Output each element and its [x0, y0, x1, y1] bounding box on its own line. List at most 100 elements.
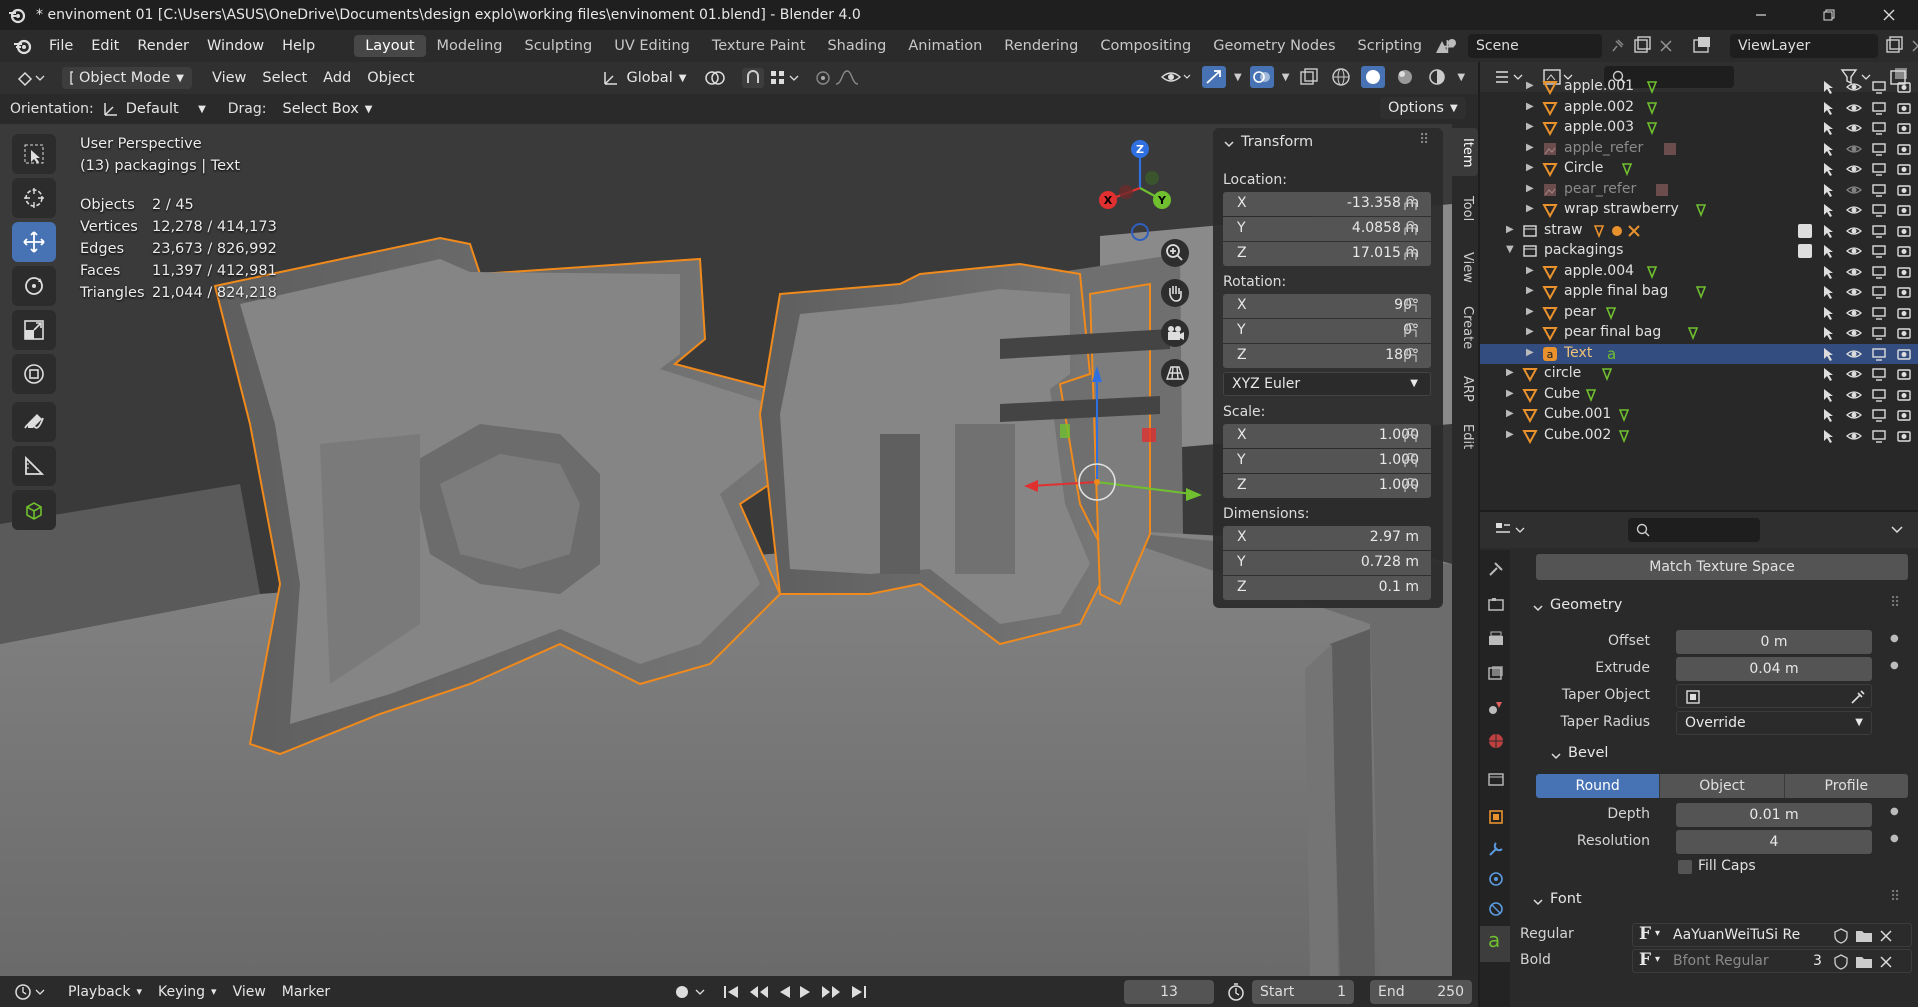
menu-edit[interactable]: Edit: [82, 38, 128, 54]
jump-start-icon[interactable]: [722, 984, 742, 1000]
expand-arrow-icon[interactable]: ▶: [1506, 367, 1514, 378]
eye-icon[interactable]: [1846, 100, 1862, 116]
particles-properties-icon[interactable]: [1487, 870, 1505, 888]
tab-shading[interactable]: Shading: [816, 35, 897, 57]
font-data-icon[interactable]: a: [1605, 346, 1665, 362]
exclude-checkbox[interactable]: [1798, 244, 1812, 258]
scene-field[interactable]: Scene: [1468, 34, 1602, 58]
mesh-data-icon[interactable]: [1695, 284, 1755, 300]
viewport-display-icon[interactable]: [1871, 223, 1887, 239]
rotation-x-field[interactable]: X 90°: [1223, 294, 1431, 318]
tab-uv-editing[interactable]: UV Editing: [603, 35, 701, 57]
lock-icon[interactable]: [1402, 453, 1420, 467]
physics-properties-icon[interactable]: [1487, 900, 1505, 918]
open-folder-icon[interactable]: [1855, 954, 1873, 970]
record-icon[interactable]: [672, 982, 712, 1002]
mode-dropdown[interactable]: Object Mode ▼: [62, 67, 192, 89]
lock-icon[interactable]: [1402, 221, 1420, 235]
viewport-display-icon[interactable]: [1871, 346, 1887, 362]
new-viewlayer-icon[interactable]: [1884, 36, 1904, 56]
select-arrow-icon[interactable]: [1821, 407, 1837, 423]
select-arrow-icon[interactable]: [1821, 305, 1837, 321]
expand-arrow-icon[interactable]: ▶: [1506, 224, 1514, 235]
keyframe-dot-icon[interactable]: ●: [1890, 633, 1899, 644]
viewport-menu-add[interactable]: Add: [315, 70, 359, 86]
outliner-row[interactable]: ▶ pear: [1480, 303, 1918, 324]
menu-render[interactable]: Render: [128, 38, 198, 54]
exclude-checkbox[interactable]: [1798, 223, 1812, 238]
tab-edit[interactable]: Edit: [1455, 424, 1475, 449]
select-arrow-icon[interactable]: [1821, 428, 1837, 444]
select-arrow-icon[interactable]: [1821, 79, 1837, 95]
expand-arrow-icon[interactable]: ▶: [1526, 306, 1534, 317]
render-camera-icon[interactable]: [1896, 428, 1912, 444]
menu-file[interactable]: File: [40, 38, 82, 54]
bevel-depth-field[interactable]: 0.01 m: [1676, 803, 1872, 827]
lock-icon[interactable]: [1402, 348, 1420, 362]
maximize-button[interactable]: [1806, 0, 1852, 30]
annotate-tool[interactable]: [12, 402, 56, 442]
extrude-field[interactable]: 0.04 m: [1676, 657, 1872, 681]
expand-arrow-icon[interactable]: ▶: [1526, 347, 1534, 358]
snap-target-icon[interactable]: [768, 68, 804, 88]
offset-field[interactable]: 0 m: [1676, 630, 1872, 654]
tab-rendering[interactable]: Rendering: [993, 35, 1089, 57]
render-camera-icon[interactable]: [1896, 366, 1912, 382]
render-camera-icon[interactable]: [1896, 305, 1912, 321]
expand-arrow-icon[interactable]: ▶: [1506, 429, 1514, 440]
gizmo-toggle-icon[interactable]: [1202, 66, 1226, 88]
outliner-row[interactable]: ▶ circle: [1480, 364, 1918, 385]
chevron-down-icon[interactable]: [1532, 602, 1544, 614]
select-arrow-icon[interactable]: [1821, 100, 1837, 116]
tab-geometry-nodes[interactable]: Geometry Nodes: [1202, 35, 1346, 57]
next-keyframe-icon[interactable]: [820, 984, 842, 1000]
outliner-row[interactable]: ▶ apple_refer: [1480, 139, 1918, 160]
mesh-data-icon[interactable]: [1618, 428, 1678, 444]
outliner-row[interactable]: ▼ packagings: [1480, 241, 1918, 262]
unlink-x-icon[interactable]: [1879, 929, 1893, 943]
tab-modeling[interactable]: Modeling: [426, 35, 514, 57]
expand-arrow-icon[interactable]: ▶: [1526, 142, 1534, 153]
tab-create[interactable]: Create: [1455, 306, 1475, 349]
eye-icon[interactable]: [1846, 202, 1862, 218]
outliner-row[interactable]: ▶ Cube.001: [1480, 405, 1918, 426]
fake-user-shield-icon[interactable]: [1833, 928, 1849, 944]
outliner-row[interactable]: ▶ Cube: [1480, 385, 1918, 406]
tab-layout[interactable]: Layout: [354, 35, 426, 57]
chevron-down-icon[interactable]: ▼: [1282, 72, 1290, 83]
text-data-properties-icon[interactable]: a: [1488, 928, 1500, 952]
render-properties-icon[interactable]: [1487, 596, 1505, 614]
start-frame-field[interactable]: Start 1: [1252, 980, 1354, 1004]
select-arrow-icon[interactable]: [1821, 366, 1837, 382]
scale-x-field[interactable]: X 1.000: [1223, 424, 1431, 448]
tab-item[interactable]: Item: [1455, 138, 1475, 168]
timeline-menu-marker[interactable]: Marker: [274, 984, 338, 1000]
close-button[interactable]: [1866, 0, 1912, 30]
eye-icon[interactable]: [1846, 243, 1862, 259]
falloff-icon[interactable]: [834, 68, 864, 88]
keyframe-dot-icon[interactable]: ●: [1890, 806, 1899, 817]
tab-sculpting[interactable]: Sculpting: [513, 35, 603, 57]
expand-arrow-icon[interactable]: ▶: [1526, 285, 1534, 296]
eye-icon[interactable]: [1846, 79, 1862, 95]
eye-icon[interactable]: [1846, 325, 1862, 341]
tab-animation[interactable]: Animation: [897, 35, 993, 57]
location-z-field[interactable]: Z 17.015 m: [1223, 242, 1431, 266]
outliner-row[interactable]: ▶ pear_refer: [1480, 180, 1918, 201]
image-data-icon[interactable]: [1662, 141, 1722, 157]
viewlayer-selector-icon[interactable]: [1690, 35, 1724, 57]
viewlayer-field[interactable]: ViewLayer: [1730, 34, 1878, 58]
overlays-icon[interactable]: [1249, 66, 1274, 88]
solid-shading-icon[interactable]: [1361, 66, 1386, 88]
eye-icon[interactable]: [1846, 182, 1862, 198]
outliner-row[interactable]: ▶ Circle: [1480, 159, 1918, 180]
eye-icon[interactable]: [1846, 305, 1862, 321]
viewport-display-icon[interactable]: [1871, 161, 1887, 177]
select-arrow-icon[interactable]: [1821, 325, 1837, 341]
eye-icon[interactable]: [1846, 223, 1862, 239]
viewport-display-icon[interactable]: [1871, 305, 1887, 321]
viewport-display-icon[interactable]: [1871, 325, 1887, 341]
expand-arrow-icon[interactable]: ▶: [1526, 203, 1534, 214]
eye-icon[interactable]: [1846, 284, 1862, 300]
minimize-button[interactable]: [1738, 0, 1784, 30]
